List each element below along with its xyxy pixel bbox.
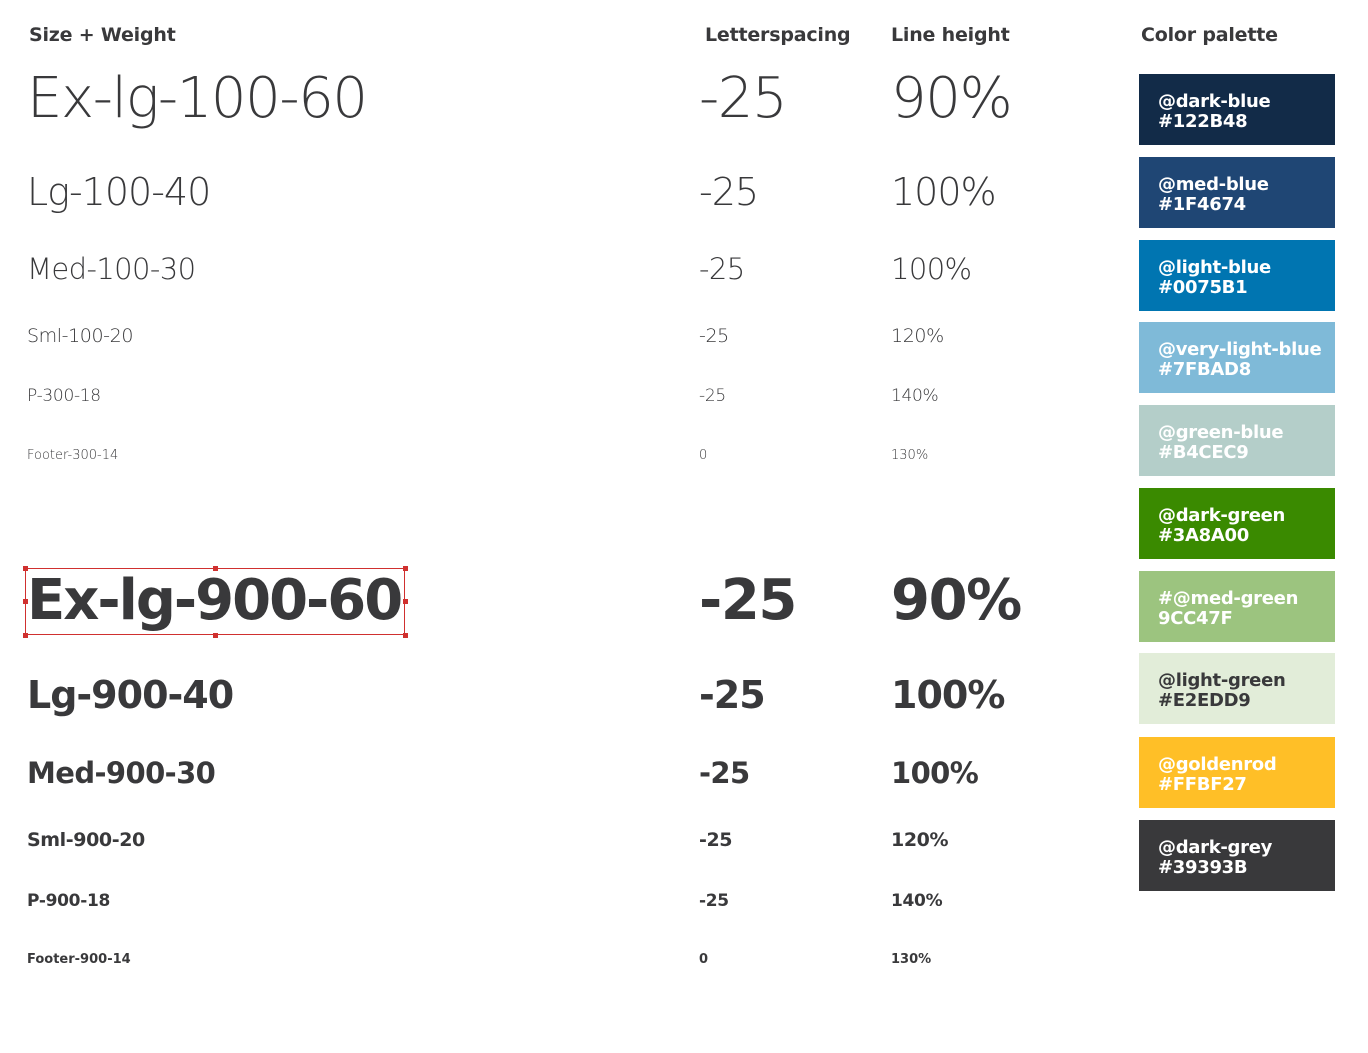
swatch-name: @dark-blue <box>1158 91 1271 112</box>
type-row: Lg-100-40 -25 100% <box>0 173 1110 211</box>
line-height-value: 140% <box>891 386 939 406</box>
swatch-med-blue: @med-blue #1F4674 <box>1139 157 1335 228</box>
swatch-name: @green-blue <box>1158 422 1284 443</box>
style-name: Ex-lg-100-60 <box>27 66 368 131</box>
swatch-hex: #7FBAD8 <box>1158 359 1251 380</box>
type-row: Sml-900-20 -25 120% <box>0 831 1110 850</box>
letterspacing-value: -25 <box>699 386 726 406</box>
swatch-hex: #1F4674 <box>1158 194 1246 215</box>
type-row: Ex-lg-100-60 -25 90% <box>0 71 1110 127</box>
swatch-hex: #FFBF27 <box>1158 774 1247 795</box>
swatch-hex: #39393B <box>1158 857 1248 878</box>
line-height-value: 120% <box>891 829 949 851</box>
swatch-name: @goldenrod <box>1158 754 1277 775</box>
resize-handle[interactable] <box>403 633 408 638</box>
swatch-goldenrod: @goldenrod #FFBF27 <box>1139 737 1335 808</box>
line-height-value: 100% <box>891 756 979 790</box>
style-name: Med-900-30 <box>27 756 216 790</box>
swatch-hex: #B4CEC9 <box>1158 442 1249 463</box>
letterspacing-value: -25 <box>699 756 750 790</box>
type-row: Footer-300-14 0 130% <box>0 448 1110 463</box>
swatch-hex: 9CC47F <box>1158 608 1233 629</box>
type-row: P-300-18 -25 140% <box>0 388 1110 405</box>
style-name: Lg-100-40 <box>27 170 211 214</box>
swatch-name: @dark-green <box>1158 505 1286 526</box>
line-height-value: 90% <box>891 66 1013 131</box>
line-height-value: 130% <box>891 952 932 967</box>
letterspacing-value: -25 <box>699 829 733 851</box>
line-height-value: 100% <box>891 170 997 214</box>
swatch-light-blue: @light-blue #0075B1 <box>1139 240 1335 311</box>
letterspacing-header: Letterspacing <box>705 24 851 46</box>
swatch-name: @very-light-blue <box>1158 339 1322 360</box>
letterspacing-value: -25 <box>699 891 729 911</box>
style-name[interactable]: Ex-lg-900-60 <box>27 573 403 629</box>
letterspacing-value: 0 <box>699 448 708 463</box>
letterspacing-value: -25 <box>699 673 766 717</box>
line-height-value: 120% <box>891 325 944 347</box>
swatch-hex: #122B48 <box>1158 111 1248 132</box>
resize-handle[interactable] <box>403 599 408 604</box>
swatch-light-green: @light-green #E2EDD9 <box>1139 653 1335 724</box>
swatch-name: @light-green <box>1158 670 1286 691</box>
resize-handle[interactable] <box>213 633 218 638</box>
style-name: Sml-900-20 <box>27 829 145 851</box>
type-row: P-900-18 -25 140% <box>0 893 1110 910</box>
line-height-value: 130% <box>891 448 929 463</box>
swatch-dark-green: @dark-green #3A8A00 <box>1139 488 1335 559</box>
style-name: P-300-18 <box>27 386 101 406</box>
letterspacing-value: -25 <box>699 66 788 131</box>
swatch-name: #@med-green <box>1158 588 1299 609</box>
type-row: Med-900-30 -25 100% <box>0 759 1110 788</box>
letterspacing-value: 0 <box>699 952 709 967</box>
resize-handle[interactable] <box>403 566 408 571</box>
style-name: Lg-900-40 <box>27 673 234 717</box>
swatch-dark-grey: @dark-grey #39393B <box>1139 820 1335 891</box>
letterspacing-value: -25 <box>699 252 745 286</box>
style-name: Med-100-30 <box>27 252 196 286</box>
style-name: Sml-100-20 <box>27 325 134 347</box>
style-name: Footer-900-14 <box>27 952 131 967</box>
resize-handle[interactable] <box>23 633 28 638</box>
type-row: Lg-900-40 -25 100% <box>0 676 1110 714</box>
line-height-value: 100% <box>891 252 972 286</box>
style-name: P-900-18 <box>27 891 111 911</box>
line-height-value: 90% <box>891 568 1022 633</box>
letterspacing-value: -25 <box>699 568 797 633</box>
swatch-hex: #E2EDD9 <box>1158 690 1251 711</box>
line-height-header: Line height <box>891 24 1010 46</box>
size-weight-header: Size + Weight <box>29 24 176 46</box>
type-row: Med-100-30 -25 100% <box>0 255 1110 284</box>
swatch-very-light-blue: @very-light-blue #7FBAD8 <box>1139 322 1335 393</box>
swatch-hex: #0075B1 <box>1158 277 1248 298</box>
swatch-hex: #3A8A00 <box>1158 525 1249 546</box>
line-height-value: 140% <box>891 891 943 911</box>
swatch-name: @light-blue <box>1158 257 1271 278</box>
type-row: Ex-lg-900-60 -25 90% <box>0 573 1110 629</box>
swatch-name: @med-blue <box>1158 174 1269 195</box>
color-palette-header: Color palette <box>1141 24 1278 46</box>
type-row: Sml-100-20 -25 120% <box>0 327 1110 346</box>
letterspacing-value: -25 <box>699 170 759 214</box>
swatch-med-green: #@med-green 9CC47F <box>1139 571 1335 642</box>
swatch-dark-blue: @dark-blue #122B48 <box>1139 74 1335 145</box>
letterspacing-value: -25 <box>699 325 729 347</box>
swatch-name: @dark-grey <box>1158 837 1273 858</box>
swatch-green-blue: @green-blue #B4CEC9 <box>1139 405 1335 476</box>
type-row: Footer-900-14 0 130% <box>0 952 1110 967</box>
style-name: Footer-300-14 <box>27 448 119 463</box>
line-height-value: 100% <box>891 673 1005 717</box>
